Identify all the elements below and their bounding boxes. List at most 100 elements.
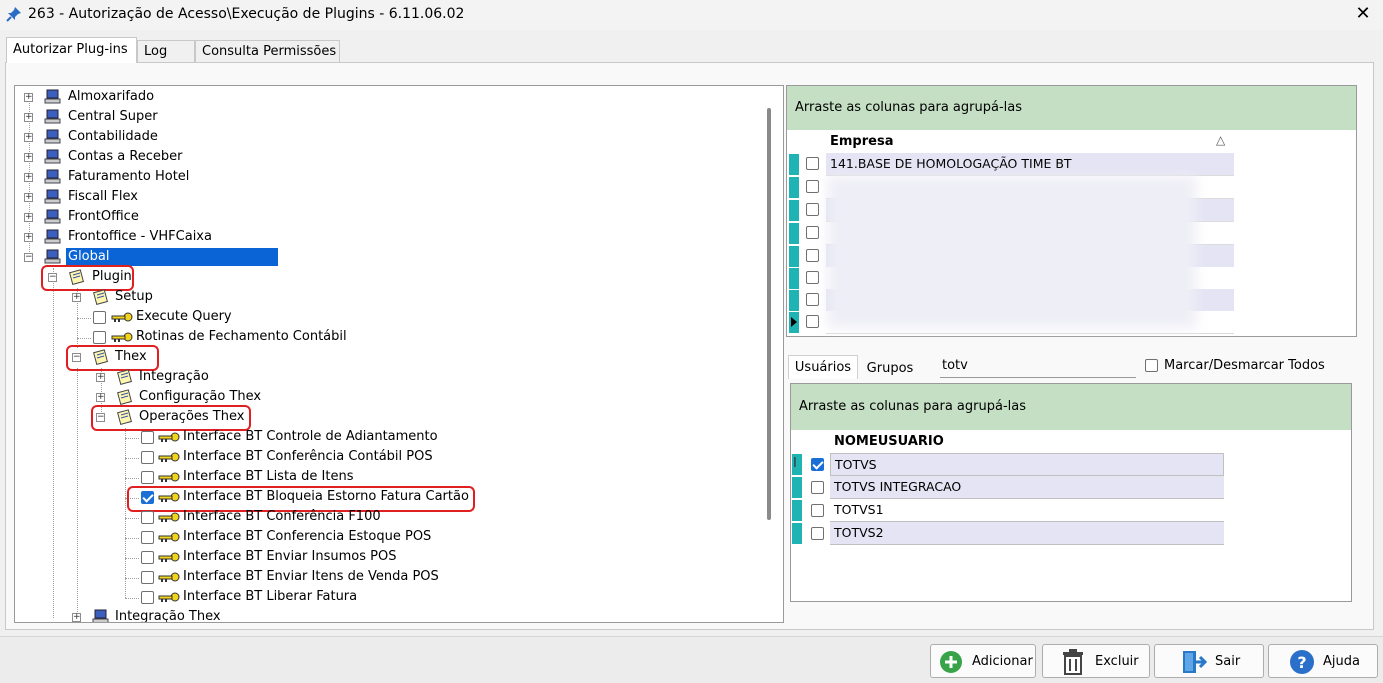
sort-icon[interactable]: △ [1216,133,1225,147]
tree-item-interface[interactable]: Interface BT Bloqueia Estorno Fatura Car… [183,487,469,507]
expand-icon[interactable]: + [72,613,81,622]
user-cell[interactable]: TOTVS1 [830,499,1224,522]
collapse-icon[interactable]: − [96,413,105,422]
row-checkbox[interactable] [806,271,819,284]
tree-item-integracao-thex[interactable]: Integração Thex [115,607,221,622]
tab-consulta-permissoes[interactable]: Consulta Permissões [195,40,340,62]
expand-icon[interactable]: + [96,373,105,382]
tree-item-interface[interactable]: Interface BT Enviar Insumos POS [183,547,396,567]
row-checkbox[interactable] [806,203,819,216]
add-button[interactable]: Adicionar [930,644,1036,678]
tree-item-frontoffice[interactable]: FrontOffice [68,207,139,227]
exit-icon [1183,651,1207,673]
expand-icon[interactable]: + [24,93,33,102]
checkbox[interactable] [141,471,154,484]
row-checkbox[interactable] [811,527,824,540]
tree-item-rotinas[interactable]: Rotinas de Fechamento Contábil [136,327,347,347]
expand-icon[interactable]: + [24,113,33,122]
tree-item-faturamento-hotel[interactable]: Faturamento Hotel [68,167,189,187]
checkbox[interactable] [141,571,154,584]
tree-item-integracao[interactable]: Integração [139,367,209,387]
key-icon [111,312,133,322]
tab-log[interactable]: Log [137,40,195,62]
expand-icon[interactable]: + [96,393,105,402]
tree-item-setup[interactable]: Setup [115,287,153,307]
tree-item-fiscall-flex[interactable]: Fiscall Flex [68,187,138,207]
expand-icon[interactable]: + [24,133,33,142]
empresa-cell[interactable]: 141.BASE DE HOMOLOGAÇÃO TIME BT [826,153,1234,176]
tree-item-contas-a-receber[interactable]: Contas a Receber [68,147,183,167]
row-checkbox[interactable] [806,157,819,170]
row-indicator [792,477,802,498]
tree-item-plugin[interactable]: Plugin [92,267,132,287]
checkbox[interactable] [141,431,154,444]
tab-usuarios[interactable]: Usuários [788,355,858,379]
expand-icon[interactable]: + [24,193,33,202]
expand-icon[interactable]: + [24,173,33,182]
checkbox[interactable] [141,551,154,564]
checkbox[interactable] [141,591,154,604]
expand-icon[interactable]: + [72,293,81,302]
close-icon[interactable]: ✕ [1352,3,1374,24]
column-header-empresa[interactable]: Empresa [830,134,893,149]
computer-icon [44,229,61,244]
tree-item-almoxarifado[interactable]: Almoxarifado [68,87,154,107]
tree-item-operacoes-thex[interactable]: Operações Thex [139,407,244,427]
collapse-icon[interactable]: − [24,253,33,262]
row-checkbox-checked[interactable] [811,458,824,471]
expand-icon[interactable]: + [24,153,33,162]
row-checkbox[interactable] [806,180,819,193]
row-checkbox[interactable] [806,315,819,328]
checkbox-checked[interactable] [141,491,154,504]
user-cell[interactable]: TOTVS2 [830,522,1224,545]
row-checkbox[interactable] [811,481,824,494]
row-indicator [789,200,799,221]
checkbox[interactable] [141,511,154,524]
checkbox[interactable] [141,531,154,544]
toggle-all-checkbox[interactable] [1145,359,1158,372]
collapse-icon[interactable]: − [72,353,81,362]
row-checkbox[interactable] [806,249,819,262]
key-icon [158,512,180,522]
tree-item-execute-query[interactable]: Execute Query [136,307,232,327]
window-title: 263 - Autorização de Acesso\Execução de … [28,6,465,22]
tree-item-interface[interactable]: Interface BT Liberar Fatura [183,587,357,607]
tree-item-configuracao-thex[interactable]: Configuração Thex [139,387,261,407]
checkbox[interactable] [93,331,106,344]
collapse-icon[interactable]: − [48,273,57,282]
computer-icon [44,149,61,164]
tab-autorizar-plugins[interactable]: Autorizar Plug-ins [6,37,137,63]
help-button[interactable]: ? Ajuda [1268,644,1378,678]
tree-item-interface[interactable]: Interface BT Enviar Itens de Venda POS [183,567,439,587]
row-checkbox[interactable] [811,504,824,517]
user-cell[interactable]: TOTVS INTEGRACAO [830,476,1224,499]
tree-item-interface[interactable]: Interface BT Conferência F100 [183,507,381,527]
tree-item-central-super[interactable]: Central Super [68,107,158,127]
tree-item-thex[interactable]: Thex [115,347,147,367]
key-icon [158,472,180,482]
tab-grupos[interactable]: Grupos [860,357,920,381]
checkbox[interactable] [141,451,154,464]
expand-icon[interactable]: + [24,233,33,242]
text-cursor-icon: I [793,456,797,471]
tree-item-interface[interactable]: Interface BT Conferência Contábil POS [183,447,433,467]
row-indicator [792,523,802,544]
exit-button[interactable]: Sair [1154,644,1264,678]
delete-button[interactable]: Excluir [1042,644,1150,678]
tree-item-interface[interactable]: Interface BT Controle de Adiantamento [183,427,438,447]
column-header-nomeusuario[interactable]: NOMEUSUARIO [834,434,944,449]
tree-item-interface[interactable]: Interface BT Lista de Itens [183,467,353,487]
search-input[interactable] [940,353,1136,378]
expand-icon[interactable]: + [24,213,33,222]
tree-scrollbar[interactable] [767,108,771,520]
tree-item-frontoffice-vhfcaixa[interactable]: Frontoffice - VHFCaixa [68,227,212,247]
group-by-hint: Arraste as colunas para agrupá-las [787,86,1356,130]
checkbox[interactable] [93,311,106,324]
user-cell[interactable]: TOTVS [830,453,1224,476]
tree-item-interface[interactable]: Interface BT Conferencia Estoque POS [183,527,431,547]
row-checkbox[interactable] [806,293,819,306]
tree-item-contabilidade[interactable]: Contabilidade [68,127,158,147]
toggle-all-label[interactable]: Marcar/Desmarcar Todos [1164,358,1325,373]
tree-item-global[interactable]: Global [66,248,278,266]
row-checkbox[interactable] [806,226,819,239]
